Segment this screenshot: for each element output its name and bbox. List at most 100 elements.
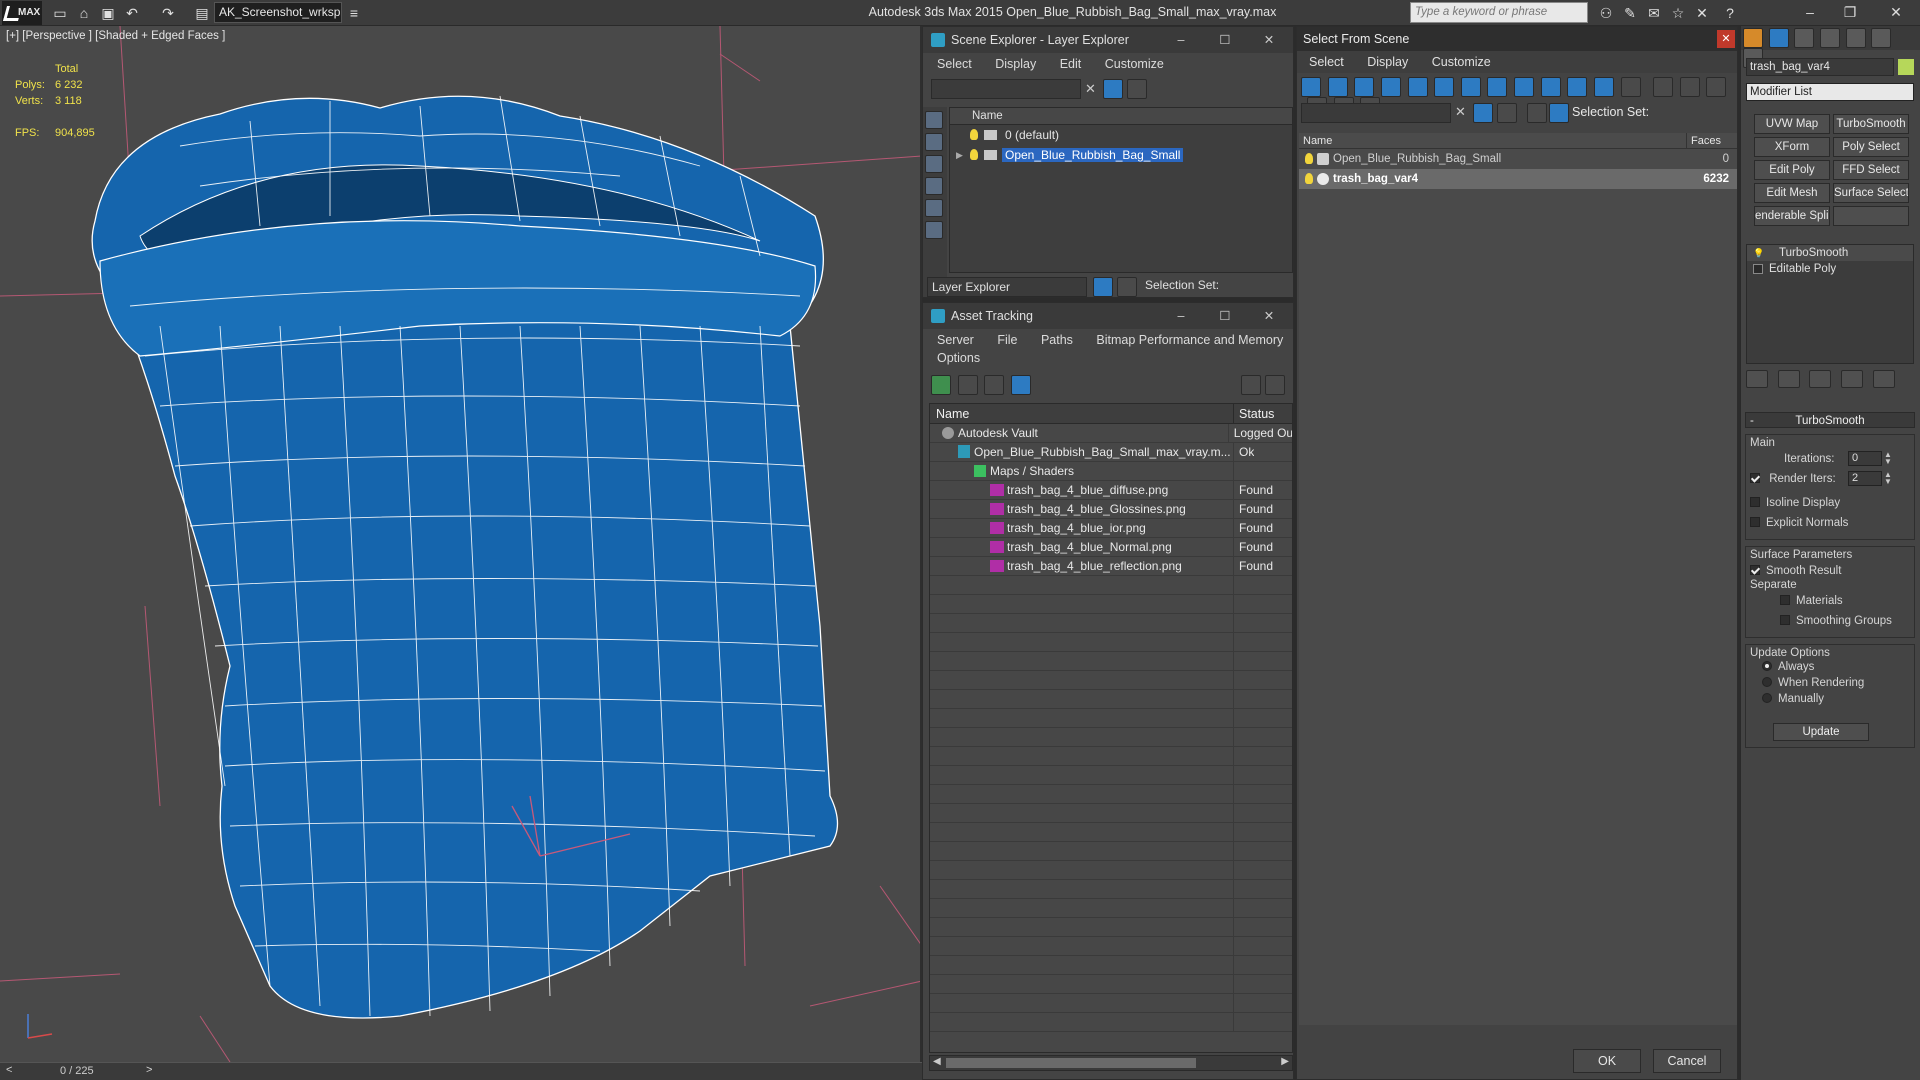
isoline-checkbox[interactable] [1750,497,1760,507]
modifier-list-dropdown[interactable]: Modifier List [1746,83,1914,101]
create-tab-icon[interactable] [1743,28,1763,48]
empty-modifier-button[interactable] [1833,206,1909,226]
scene-explorer-search-input[interactable] [931,79,1081,99]
make-unique-icon[interactable] [1809,370,1832,388]
search-input[interactable]: Type a keyword or phrase [1410,2,1588,23]
display-bones-icon[interactable] [1514,77,1534,97]
close-button[interactable]: ✕ [1247,303,1291,329]
maximize-button[interactable]: ☐ [1203,27,1247,53]
uvw-map-button[interactable]: UVW Map [1754,114,1830,134]
explorer-type-dropdown[interactable]: Layer Explorer [927,277,1087,297]
asset-tracking-titlebar[interactable]: Asset Tracking – ☐ ✕ [923,303,1293,329]
spinner-arrows-icon[interactable]: ▲ ▼ [1884,451,1892,466]
expand-box-icon[interactable] [1753,264,1763,274]
minimize-button[interactable]: – [1159,27,1203,53]
when-rendering-row[interactable]: When Rendering [1750,675,1910,691]
manually-row[interactable]: Manually [1750,691,1910,707]
maximize-button[interactable]: ❐ [1828,0,1872,24]
faces-column-header[interactable]: Faces [1687,133,1721,148]
smoothing-groups-checkbox[interactable] [1780,615,1790,625]
settings-icon[interactable] [1265,375,1285,395]
refresh-icon[interactable] [931,375,951,395]
menu-customize[interactable]: Customize [1432,55,1491,69]
smooth-result-row[interactable]: Smooth Result [1750,561,1910,581]
menu-file[interactable]: File [997,333,1017,347]
lightbulb-icon[interactable] [1305,173,1313,184]
viewport-canvas[interactable] [0,26,922,1062]
menu-select[interactable]: Select [937,57,972,71]
expand-arrow-icon[interactable]: ▶ [956,145,963,165]
object-name-field[interactable]: trash_bag_var4 [1746,58,1894,76]
name-column-header[interactable]: Name [1299,133,1687,148]
communication-icon[interactable]: ✉ [1644,3,1664,23]
project-folder-icon[interactable]: ▤ [192,3,212,23]
clear-search-icon[interactable]: ✕ [1085,81,1096,97]
asset-row[interactable]: Autodesk Vault Logged Ou [930,424,1292,443]
menu-display[interactable]: Display [1367,55,1408,69]
rollout-header[interactable]: - TurboSmooth [1745,412,1915,428]
help-icon[interactable] [1241,375,1261,395]
iterations-spinner[interactable]: 0 [1848,451,1882,466]
select-dependents-icon[interactable] [1497,103,1517,123]
asset-row[interactable]: trash_bag_4_blue_Glossines.png Found [930,500,1292,519]
lightbulb-icon[interactable] [1305,153,1313,164]
menu-select[interactable]: Select [1309,55,1344,69]
motion-tab-icon[interactable] [1819,28,1840,48]
spinner-arrows-icon[interactable]: ▲ ▼ [1884,471,1892,486]
smooth-result-checkbox[interactable] [1750,565,1760,575]
lightbulb-icon[interactable] [970,149,978,160]
display-hidden-icon[interactable] [1593,77,1614,97]
select-search-input[interactable] [1301,103,1451,123]
surface-select-button[interactable]: Surface Select [1833,183,1909,203]
explicit-normals-checkbox[interactable] [1750,517,1760,527]
open-file-icon[interactable]: ⌂ [74,3,94,23]
display-geometry-icon[interactable] [1301,77,1321,97]
tools-icon[interactable]: ✎ [1620,3,1640,23]
display-tab-icon[interactable] [1845,28,1866,48]
binoculars-icon[interactable]: ⚇ [1596,3,1616,23]
asset-row[interactable]: trash_bag_4_blue_reflection.png Found [930,557,1292,576]
perspective-viewport[interactable]: [+] [Perspective ] [Shaded + Edged Faces… [0,26,922,1062]
display-helpers-icon[interactable] [925,199,943,217]
update-button[interactable]: Update [1773,723,1869,741]
close-button[interactable]: ✕ [1717,30,1735,48]
stack-item-turbosmooth[interactable]: 💡 TurboSmooth [1747,245,1913,261]
menu-options[interactable]: Options [937,351,980,365]
thumbnail-icon[interactable] [984,375,1005,395]
display-shapes-icon[interactable] [925,133,943,151]
render-iters-checkbox[interactable] [1750,473,1760,483]
hierarchy-mode-icon[interactable] [1549,103,1569,123]
asset-row[interactable]: trash_bag_4_blue_Normal.png Found [930,538,1292,557]
x-icon[interactable]: ✕ [1692,3,1712,23]
object-color-swatch[interactable] [1898,59,1914,75]
select-all-icon[interactable] [1653,77,1674,97]
new-file-icon[interactable]: ▭ [50,3,70,23]
layer-row-default[interactable]: 0 (default) [950,125,1292,145]
display-cameras-icon[interactable] [1380,77,1401,97]
layer-row-bag[interactable]: ▶ Open_Blue_Rubbish_Bag_Small [950,145,1292,165]
prev-frame-button[interactable]: < [6,1064,12,1076]
layers-icon[interactable] [1527,103,1547,123]
sort-layers-icon[interactable] [1093,277,1113,297]
ok-button[interactable]: OK [1573,1049,1641,1073]
dropdown-arrow-icon[interactable]: ≡ [344,3,364,23]
asset-row[interactable]: Open_Blue_Rubbish_Bag_Small_max_vray.m..… [930,443,1292,462]
render-iters-spinner[interactable]: 2 [1848,471,1882,486]
asset-row[interactable]: Maps / Shaders [930,462,1292,481]
edit-mesh-button[interactable]: Edit Mesh [1754,183,1830,203]
ffd-select-button[interactable]: FFD Select [1833,160,1909,180]
scene-explorer-titlebar[interactable]: Scene Explorer - Layer Explorer – ☐ ✕ [923,27,1293,53]
display-all-icon[interactable] [1620,77,1641,97]
lightbulb-icon[interactable] [970,129,978,140]
asset-row[interactable]: trash_bag_4_blue_diffuse.png Found [930,481,1292,500]
display-containers-icon[interactable] [1540,77,1561,97]
menu-customize[interactable]: Customize [1105,57,1164,71]
favorites-star-icon[interactable]: ☆ [1668,3,1688,23]
minimize-button[interactable]: – [1159,303,1203,329]
display-xrefs-icon[interactable] [1487,77,1508,97]
name-column-header[interactable]: Name [950,108,1292,125]
manually-radio[interactable] [1762,693,1772,703]
display-helpers-icon[interactable] [1407,77,1428,97]
select-invert-icon[interactable] [1706,77,1727,97]
pin-stack-icon[interactable] [1746,370,1768,388]
